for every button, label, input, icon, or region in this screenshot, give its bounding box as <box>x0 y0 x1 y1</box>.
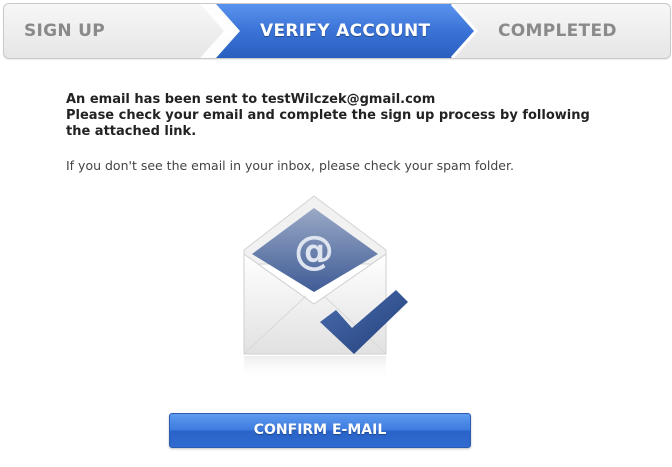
instruction-text-continued: the attached link. <box>66 124 197 139</box>
step-verify-account[interactable]: VERIFY ACCOUNT <box>260 4 430 58</box>
envelope-at-checkmark-icon: @ <box>243 195 408 380</box>
instruction-text: Please check your email and complete the… <box>66 108 590 123</box>
progress-steps: SIGN UP VERIFY ACCOUNT COMPLETED <box>3 3 671 59</box>
confirm-email-button[interactable]: CONFIRM E-MAIL <box>169 413 471 448</box>
spam-folder-note: If you don't see the email in your inbox… <box>66 158 514 173</box>
verification-message: An email has been sent to testWilczek@gm… <box>66 92 626 187</box>
email-sent-text: An email has been sent to testWilczek@gm… <box>66 92 436 107</box>
step-sign-up[interactable]: SIGN UP <box>24 4 105 58</box>
at-sign-icon: @ <box>294 228 334 274</box>
step-completed[interactable]: COMPLETED <box>498 4 617 58</box>
